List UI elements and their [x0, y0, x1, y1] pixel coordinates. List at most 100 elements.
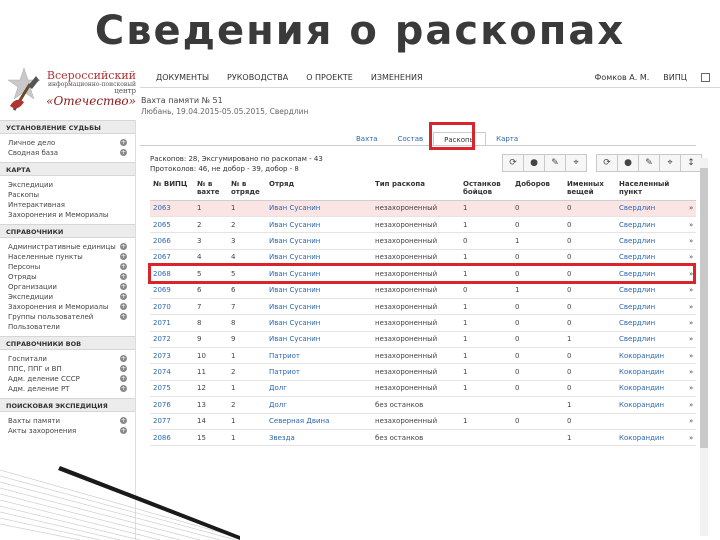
edit-button[interactable]: ✎ — [544, 154, 566, 172]
locate-button[interactable]: ⌖ — [565, 154, 587, 172]
table-cell-link[interactable]: Кокорандин — [616, 429, 686, 447]
sidebar-item[interactable]: Вахты памяти + — [0, 416, 135, 426]
table-cell-link[interactable]: Патриот — [266, 363, 372, 381]
table-row[interactable]: 2072 9 9 Иван Сусанин незахороненный 1 0 1 Сверд… — [150, 331, 696, 349]
table-cell-link[interactable]: Кокорандин — [616, 347, 686, 365]
tab-members[interactable]: Состав — [388, 132, 434, 146]
nav-documents[interactable]: ДОКУМЕНТЫ — [156, 73, 209, 82]
add-icon[interactable]: + — [120, 365, 127, 372]
column-header[interactable]: № в вахте — [194, 178, 228, 201]
table-cell-link[interactable]: Кокорандин — [616, 380, 686, 398]
sidebar-item[interactable]: Административные единицы + — [0, 242, 135, 252]
locate-button[interactable]: ⌖ — [659, 154, 681, 172]
table-row[interactable]: 2074 11 2 Патриот незахороненный 1 0 0 Кокоранди… — [150, 363, 696, 381]
expand-chevron-icon[interactable]: » — [686, 331, 696, 349]
table-row[interactable]: 2073 10 1 Патриот незахороненный 1 0 0 Кокоранди… — [150, 347, 696, 365]
sidebar-item[interactable]: Группы пользователей + — [0, 312, 135, 322]
sidebar-item[interactable]: ППС, ППГ и ВП + — [0, 364, 135, 374]
table-row[interactable]: 2075 12 1 Долг незахороненный 1 0 0 Кокорандин» — [150, 380, 696, 398]
sidebar-item[interactable]: Экспедиции — [0, 180, 135, 190]
column-header[interactable]: Населенный пункт — [616, 178, 686, 201]
table-cell-link[interactable]: 2071 — [150, 314, 194, 332]
table-cell-link[interactable]: Долг — [266, 380, 372, 398]
expand-chevron-icon[interactable]: » — [686, 363, 696, 381]
add-icon[interactable]: + — [120, 149, 127, 156]
table-cell-link[interactable]: 2074 — [150, 363, 194, 381]
org-link[interactable]: ВИПЦ — [663, 73, 687, 82]
table-cell-link[interactable]: 2072 — [150, 331, 194, 349]
table-cell-link[interactable]: 2063 — [150, 200, 194, 217]
nav-changes[interactable]: ИЗМЕНЕНИЯ — [371, 73, 423, 82]
expand-chevron-icon[interactable]: » — [686, 216, 696, 234]
add-icon[interactable]: + — [120, 385, 127, 392]
sidebar-item[interactable]: Персоны + — [0, 262, 135, 272]
table-cell-link[interactable]: Долг — [266, 396, 372, 414]
edit-button[interactable]: ✎ — [638, 154, 660, 172]
table-cell-link[interactable]: 2065 — [150, 216, 194, 234]
refresh-button[interactable]: ⟳ — [596, 154, 618, 172]
table-cell-link[interactable]: 2075 — [150, 380, 194, 398]
table-cell-link[interactable]: 2066 — [150, 232, 194, 250]
table-cell-link[interactable] — [616, 413, 686, 430]
add-icon[interactable]: + — [120, 263, 127, 270]
table-row[interactable]: 2070 7 7 Иван Сусанин незахороненный 1 0 0 Сверд… — [150, 298, 696, 316]
expand-chevron-icon[interactable]: » — [686, 380, 696, 398]
column-header[interactable]: № ВИПЦ — [150, 178, 194, 201]
table-row[interactable]: 2065 2 2 Иван Сусанин незахороненный 1 0 0 Сверд… — [150, 216, 696, 234]
add-icon[interactable]: + — [120, 139, 127, 146]
table-cell-link[interactable]: 2069 — [150, 281, 194, 299]
expand-chevron-icon[interactable]: » — [686, 232, 696, 250]
table-row[interactable]: 2086 15 1 Звезда без останков 1 Кокорандин» — [150, 429, 696, 447]
sidebar-item[interactable]: Сводная база + — [0, 148, 135, 158]
table-row[interactable]: 2069 6 6 Иван Сусанин незахороненный 0 1 0 Сверд… — [150, 281, 696, 299]
expand-chevron-icon[interactable]: » — [686, 281, 696, 299]
sidebar-item[interactable]: Личное дело + — [0, 138, 135, 148]
sidebar-item[interactable]: Адм. деление СССР + — [0, 374, 135, 384]
expand-chevron-icon[interactable]: » — [686, 413, 696, 430]
column-header[interactable]: Тип раскопа — [372, 178, 460, 201]
refresh-button[interactable]: ⟳ — [502, 154, 524, 172]
table-cell-link[interactable]: Иван Сусанин — [266, 314, 372, 332]
table-cell-link[interactable]: Иван Сусанин — [266, 216, 372, 234]
table-cell-link[interactable]: 2070 — [150, 298, 194, 316]
expand-chevron-icon[interactable]: » — [686, 347, 696, 365]
table-cell-link[interactable]: Иван Сусанин — [266, 298, 372, 316]
table-row[interactable]: 2076 13 2 Долг без останков 1 Кокорандин» — [150, 396, 696, 414]
sidebar-item[interactable]: Госпитали + — [0, 354, 135, 364]
table-cell-link[interactable]: Свердлин — [616, 314, 686, 332]
table-row[interactable]: 2071 8 8 Иван Сусанин незахороненный 1 0 0 Сверд… — [150, 314, 696, 332]
sidebar-item[interactable]: Интерактивная — [0, 200, 135, 210]
expand-chevron-icon[interactable]: » — [686, 200, 696, 217]
sort-button[interactable]: ↕ — [680, 154, 702, 172]
table-cell-link[interactable]: Иван Сусанин — [266, 200, 372, 217]
sidebar-item[interactable]: Отряды + — [0, 272, 135, 282]
table-cell-link[interactable]: Иван Сусанин — [266, 232, 372, 250]
expand-chevron-icon[interactable]: » — [686, 314, 696, 332]
tab-map[interactable]: Карта — [486, 132, 528, 146]
table-cell-link[interactable]: Свердлин — [616, 331, 686, 349]
scrollbar[interactable] — [700, 158, 708, 536]
nav-about[interactable]: О ПРОЕКТЕ — [306, 73, 353, 82]
column-header[interactable] — [686, 178, 696, 201]
column-header[interactable]: Именных вещей — [564, 178, 616, 201]
sidebar-item[interactable]: Организации + — [0, 282, 135, 292]
expand-chevron-icon[interactable]: » — [686, 298, 696, 316]
add-icon[interactable]: + — [120, 283, 127, 290]
expand-chevron-icon[interactable]: » — [686, 396, 696, 414]
sidebar-item[interactable]: Населенные пункты + — [0, 252, 135, 262]
tab-watch[interactable]: Вахта — [346, 132, 388, 146]
table-cell-link[interactable]: Северная Двина — [266, 413, 372, 430]
table-cell-link[interactable]: Свердлин — [616, 298, 686, 316]
table-cell-link[interactable]: Иван Сусанин — [266, 281, 372, 299]
sidebar-item[interactable]: Адм. деление РТ + — [0, 384, 135, 394]
table-cell-link[interactable]: Свердлин — [616, 232, 686, 250]
table-cell-link[interactable]: Иван Сусанин — [266, 331, 372, 349]
column-header[interactable]: Останков бойцов — [460, 178, 512, 201]
table-cell-link[interactable]: Патриот — [266, 347, 372, 365]
add-icon[interactable]: + — [120, 355, 127, 362]
scrollbar-thumb[interactable] — [700, 168, 708, 448]
expand-chevron-icon[interactable]: » — [686, 429, 696, 447]
window-icon[interactable] — [701, 73, 710, 82]
add-icon[interactable]: + — [120, 253, 127, 260]
table-cell-link[interactable]: Кокорандин — [616, 396, 686, 414]
